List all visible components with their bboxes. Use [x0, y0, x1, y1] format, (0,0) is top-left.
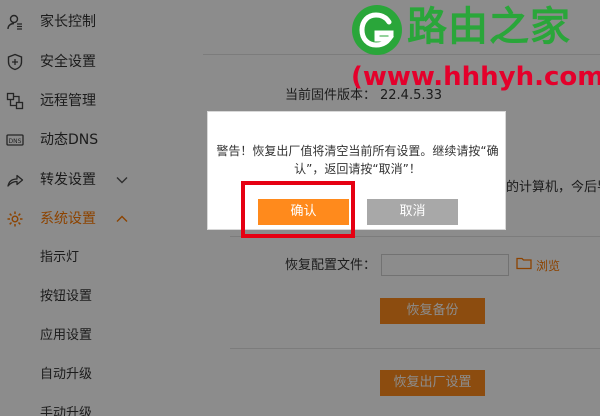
watermark-brand: 路由之家: [407, 4, 571, 50]
watermark: 路由之家 (www.hhhyh.com): [345, 0, 600, 100]
dialog-message: 警告！恢复出厂值将清空当前所有设置。继续请按“确认”，返回请按“取消”！: [216, 144, 499, 176]
watermark-logo-icon: [352, 5, 402, 55]
cancel-button[interactable]: 取消: [367, 199, 458, 225]
watermark-url: (www.hhhyh.com): [351, 62, 600, 92]
confirm-highlight-box: [241, 181, 355, 238]
